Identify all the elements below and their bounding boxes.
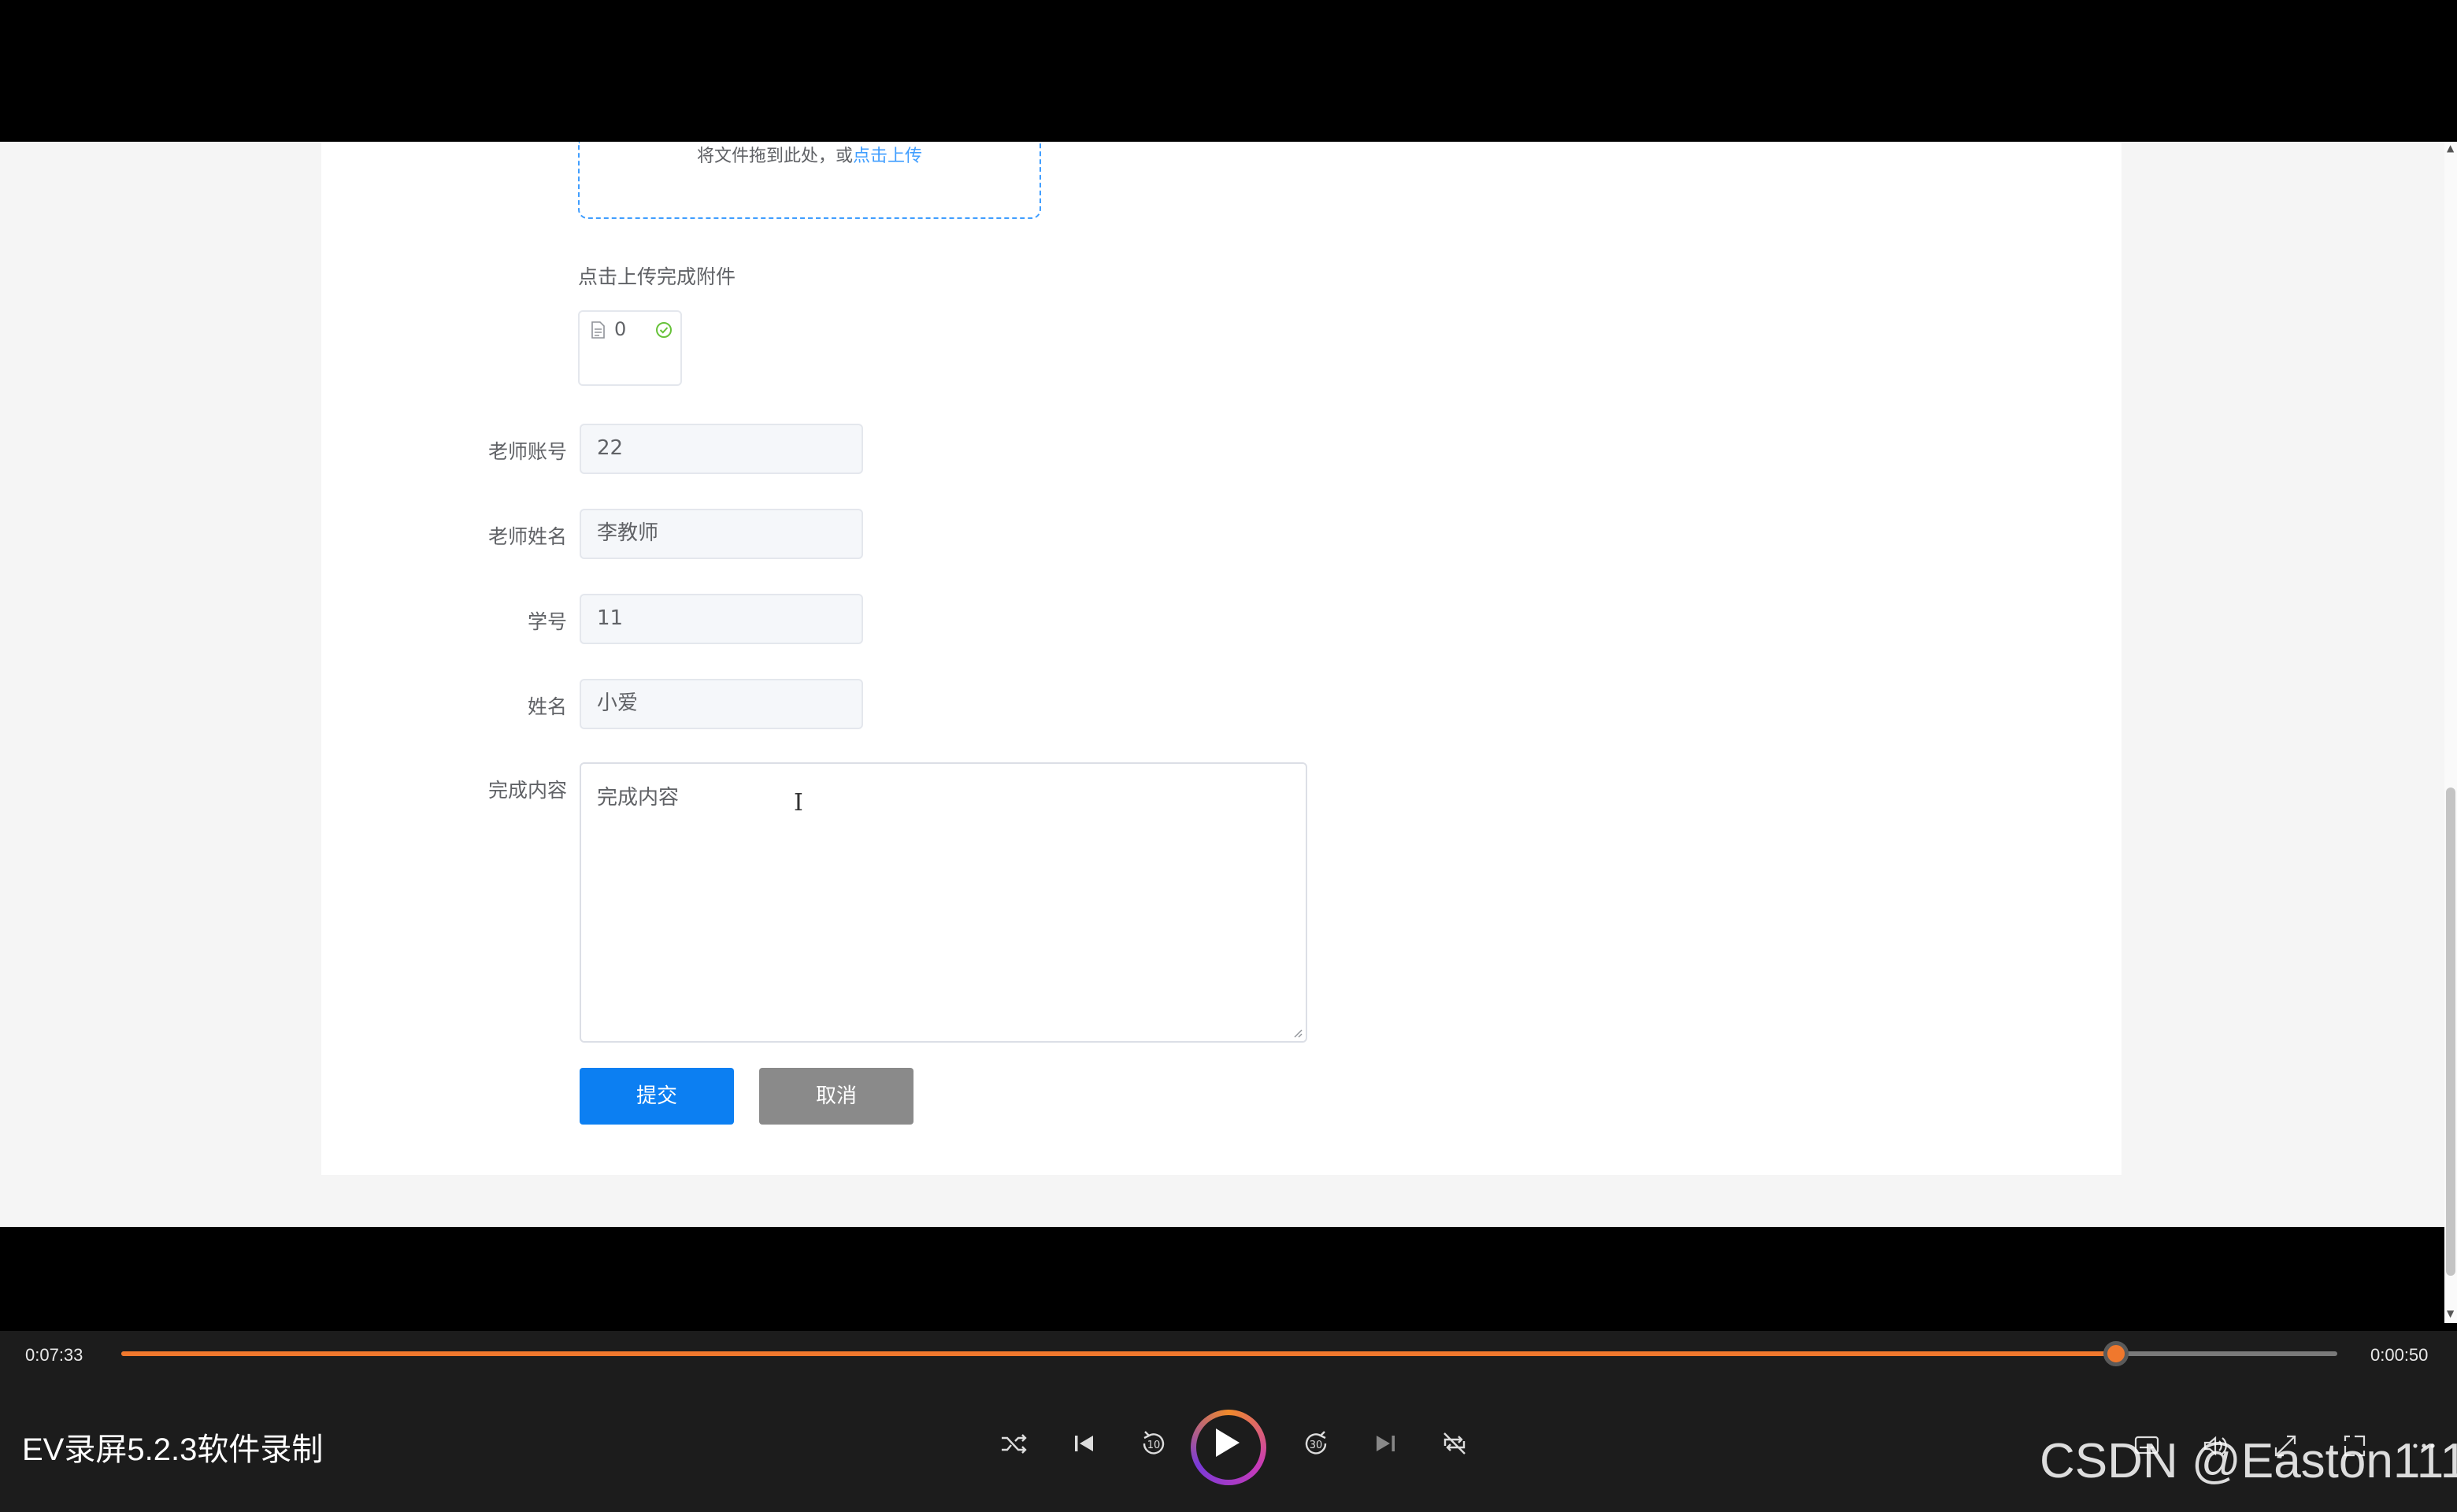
elapsed-time: 0:07:33 — [25, 1345, 83, 1365]
next-icon[interactable] — [1366, 1424, 1405, 1463]
progress-knob[interactable] — [2103, 1341, 2129, 1366]
teacher-name-input[interactable]: 李教师 — [580, 509, 863, 559]
previous-icon[interactable] — [1065, 1424, 1104, 1463]
play-button[interactable] — [1191, 1410, 1266, 1485]
progress-fill — [121, 1351, 2116, 1356]
play-icon — [1216, 1429, 1240, 1457]
forward-30-icon[interactable]: 30 — [1296, 1424, 1336, 1463]
page-scrollbar[interactable]: ▲ ▼ — [2444, 142, 2457, 1323]
attachment-file-name: 0 — [614, 318, 627, 340]
scroll-up-icon[interactable]: ▲ — [2447, 143, 2454, 153]
student-id-label: 学号 — [527, 610, 567, 633]
upload-attachment-label: 点击上传完成附件 — [578, 265, 736, 288]
progress-track[interactable] — [121, 1341, 2337, 1366]
attachment-file-card[interactable]: 0 — [578, 310, 682, 386]
svg-text:30: 30 — [1310, 1440, 1323, 1451]
teacher-name-label: 老师姓名 — [487, 525, 567, 548]
repeat-off-icon[interactable] — [1435, 1424, 1474, 1463]
cancel-button[interactable]: 取消 — [759, 1068, 914, 1125]
shuffle-icon[interactable] — [994, 1424, 1033, 1463]
text-cursor-icon: I — [794, 789, 803, 817]
svg-text:10: 10 — [1147, 1440, 1161, 1451]
scrollbar-thumb[interactable] — [2446, 788, 2455, 1276]
upload-dropzone[interactable]: 将文件拖到此处，或点击上传 — [578, 142, 1041, 219]
content-label: 完成内容 — [487, 779, 567, 802]
web-page: 将文件拖到此处，或点击上传 点击上传完成附件 0 老师账号 22 老师姓名 李教… — [0, 142, 2444, 1227]
student-id-input[interactable]: 11 — [580, 594, 863, 644]
dropzone-text: 将文件拖到此处，或点击上传 — [696, 146, 923, 166]
content-placeholder: 完成内容 — [597, 786, 680, 810]
rewind-10-icon[interactable]: 10 — [1134, 1424, 1173, 1463]
remaining-time: 0:00:50 — [2370, 1345, 2429, 1365]
scroll-down-icon[interactable]: ▼ — [2447, 1309, 2454, 1318]
video-title: EV录屏5.2.3软件录制 — [22, 1432, 324, 1467]
teacher-account-label: 老师账号 — [487, 440, 567, 463]
success-check-icon — [656, 322, 672, 338]
student-name-label: 姓名 — [527, 695, 567, 718]
submit-button[interactable]: 提交 — [580, 1068, 734, 1125]
watermark-text: CSDN @Easton111 — [2040, 1434, 2457, 1488]
dropzone-upload-link[interactable]: 点击上传 — [853, 146, 922, 166]
teacher-account-input[interactable]: 22 — [580, 424, 863, 474]
video-player-bar: 0:07:33 0:00:50 EV录屏5.2.3软件录制 10 30 CSDN… — [0, 1331, 2457, 1512]
document-icon — [591, 321, 605, 339]
resize-grip-icon[interactable] — [1292, 1027, 1303, 1038]
student-name-input[interactable]: 小爱 — [580, 679, 863, 729]
content-textarea[interactable]: 完成内容 — [580, 762, 1307, 1043]
